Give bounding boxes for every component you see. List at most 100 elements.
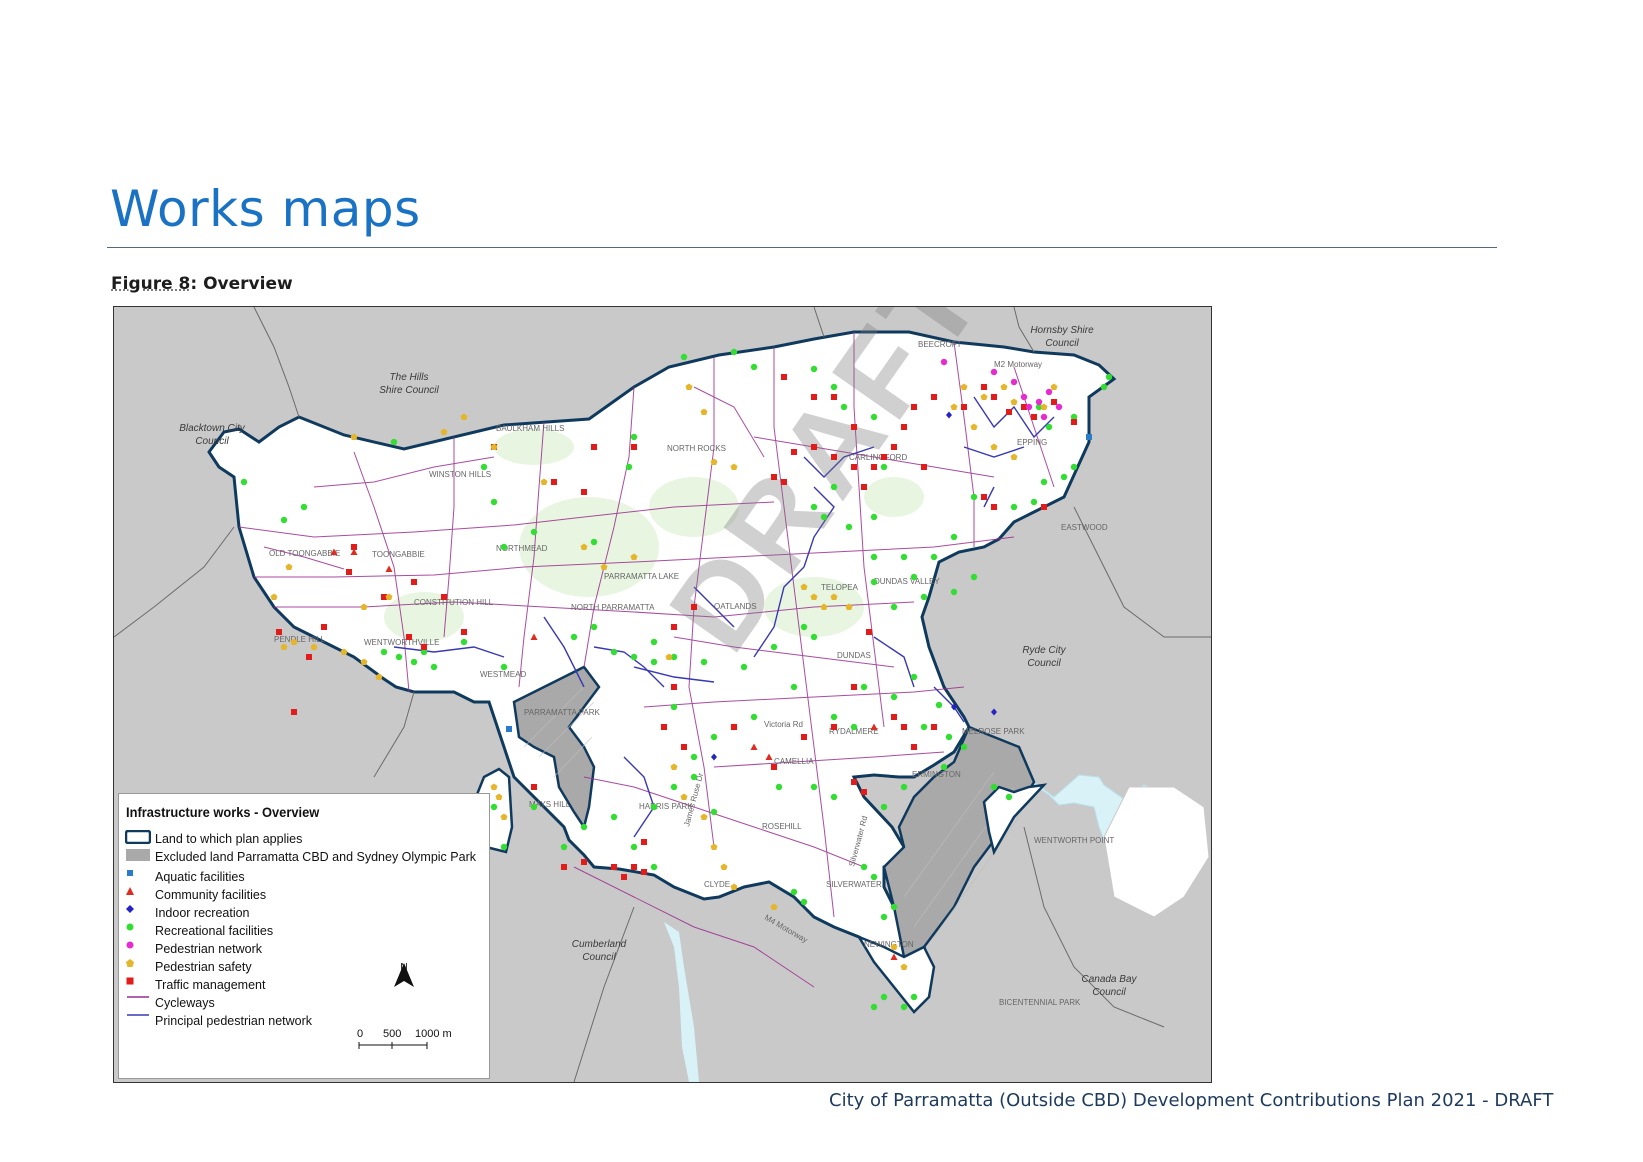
- traffic-management-point[interactable]: [1031, 414, 1037, 420]
- recreational-facility-point[interactable]: [480, 463, 488, 471]
- traffic-management-point[interactable]: [346, 569, 352, 575]
- pedestrian-network-point[interactable]: [1035, 398, 1043, 406]
- traffic-management-point[interactable]: [981, 384, 987, 390]
- traffic-management-point[interactable]: [691, 604, 697, 610]
- traffic-management-point[interactable]: [321, 624, 327, 630]
- recreational-facility-point[interactable]: [430, 663, 438, 671]
- traffic-management-point[interactable]: [631, 444, 637, 450]
- recreational-facility-point[interactable]: [830, 793, 838, 801]
- recreational-facility-point[interactable]: [690, 773, 698, 781]
- pedestrian-safety-point[interactable]: [350, 433, 358, 441]
- traffic-management-point[interactable]: [1071, 419, 1077, 425]
- recreational-facility-point[interactable]: [910, 573, 918, 581]
- pedestrian-safety-point[interactable]: [770, 903, 778, 911]
- recreational-facility-point[interactable]: [500, 543, 508, 551]
- traffic-management-point[interactable]: [866, 629, 872, 635]
- recreational-facility-point[interactable]: [750, 363, 758, 371]
- recreational-facility-point[interactable]: [1105, 373, 1113, 381]
- recreational-facility-point[interactable]: [970, 493, 978, 501]
- traffic-management-point[interactable]: [461, 629, 467, 635]
- recreational-facility-point[interactable]: [900, 553, 908, 561]
- traffic-management-point[interactable]: [411, 579, 417, 585]
- recreational-facility-point[interactable]: [870, 578, 878, 586]
- traffic-management-point[interactable]: [731, 724, 737, 730]
- traffic-management-point[interactable]: [881, 454, 887, 460]
- traffic-management-point[interactable]: [276, 629, 282, 635]
- recreational-facility-point[interactable]: [390, 438, 398, 446]
- traffic-management-point[interactable]: [671, 684, 677, 690]
- recreational-facility-point[interactable]: [935, 701, 943, 709]
- recreational-facility-point[interactable]: [830, 713, 838, 721]
- recreational-facility-point[interactable]: [1010, 503, 1018, 511]
- recreational-facility-point[interactable]: [890, 603, 898, 611]
- pedestrian-network-point[interactable]: [1045, 388, 1053, 396]
- traffic-management-point[interactable]: [611, 864, 617, 870]
- recreational-facility-point[interactable]: [970, 573, 978, 581]
- traffic-management-point[interactable]: [901, 424, 907, 430]
- recreational-facility-point[interactable]: [880, 803, 888, 811]
- recreational-facility-point[interactable]: [625, 463, 633, 471]
- recreational-facility-point[interactable]: [650, 658, 658, 666]
- traffic-management-point[interactable]: [831, 724, 837, 730]
- traffic-management-point[interactable]: [861, 789, 867, 795]
- traffic-management-point[interactable]: [781, 374, 787, 380]
- traffic-management-point[interactable]: [631, 864, 637, 870]
- recreational-facility-point[interactable]: [630, 843, 638, 851]
- recreational-facility-point[interactable]: [630, 653, 638, 661]
- traffic-management-point[interactable]: [991, 394, 997, 400]
- traffic-management-point[interactable]: [771, 474, 777, 480]
- recreational-facility-point[interactable]: [490, 498, 498, 506]
- recreational-facility-point[interactable]: [650, 863, 658, 871]
- traffic-management-point[interactable]: [421, 644, 427, 650]
- recreational-facility-point[interactable]: [710, 808, 718, 816]
- recreational-facility-point[interactable]: [670, 783, 678, 791]
- recreational-facility-point[interactable]: [770, 643, 778, 651]
- traffic-management-point[interactable]: [591, 444, 597, 450]
- recreational-facility-point[interactable]: [870, 513, 878, 521]
- traffic-management-point[interactable]: [771, 764, 777, 770]
- recreational-facility-point[interactable]: [530, 528, 538, 536]
- traffic-management-point[interactable]: [581, 489, 587, 495]
- pedestrian-safety-point[interactable]: [440, 428, 448, 436]
- traffic-management-point[interactable]: [791, 449, 797, 455]
- traffic-management-point[interactable]: [551, 479, 557, 485]
- traffic-management-point[interactable]: [911, 404, 917, 410]
- traffic-management-point[interactable]: [851, 464, 857, 470]
- recreational-facility-point[interactable]: [910, 673, 918, 681]
- pedestrian-network-point[interactable]: [1040, 413, 1048, 421]
- traffic-management-point[interactable]: [581, 859, 587, 865]
- recreational-facility-point[interactable]: [930, 553, 938, 561]
- recreational-facility-point[interactable]: [775, 783, 783, 791]
- traffic-management-point[interactable]: [891, 714, 897, 720]
- recreational-facility-point[interactable]: [740, 663, 748, 671]
- recreational-facility-point[interactable]: [460, 638, 468, 646]
- recreational-facility-point[interactable]: [800, 898, 808, 906]
- recreational-facility-point[interactable]: [395, 653, 403, 661]
- traffic-management-point[interactable]: [671, 624, 677, 630]
- recreational-facility-point[interactable]: [900, 783, 908, 791]
- recreational-facility-point[interactable]: [710, 733, 718, 741]
- recreational-facility-point[interactable]: [490, 803, 498, 811]
- recreational-facility-point[interactable]: [960, 743, 968, 751]
- traffic-management-point[interactable]: [811, 394, 817, 400]
- traffic-management-point[interactable]: [831, 454, 837, 460]
- recreational-facility-point[interactable]: [300, 503, 308, 511]
- recreational-facility-point[interactable]: [790, 683, 798, 691]
- pedestrian-network-point[interactable]: [990, 368, 998, 376]
- recreational-facility-point[interactable]: [590, 538, 598, 546]
- recreational-facility-point[interactable]: [280, 516, 288, 524]
- recreational-facility-point[interactable]: [750, 713, 758, 721]
- recreational-facility-point[interactable]: [860, 863, 868, 871]
- recreational-facility-point[interactable]: [870, 553, 878, 561]
- recreational-facility-point[interactable]: [990, 783, 998, 791]
- traffic-management-point[interactable]: [981, 494, 987, 500]
- pedestrian-network-point[interactable]: [1025, 403, 1033, 411]
- recreational-facility-point[interactable]: [950, 588, 958, 596]
- recreational-facility-point[interactable]: [870, 413, 878, 421]
- recreational-facility-point[interactable]: [380, 648, 388, 656]
- recreational-facility-point[interactable]: [910, 993, 918, 1001]
- recreational-facility-point[interactable]: [630, 433, 638, 441]
- figure-number[interactable]: Figure 8: [111, 274, 190, 294]
- traffic-management-point[interactable]: [891, 444, 897, 450]
- recreational-facility-point[interactable]: [950, 533, 958, 541]
